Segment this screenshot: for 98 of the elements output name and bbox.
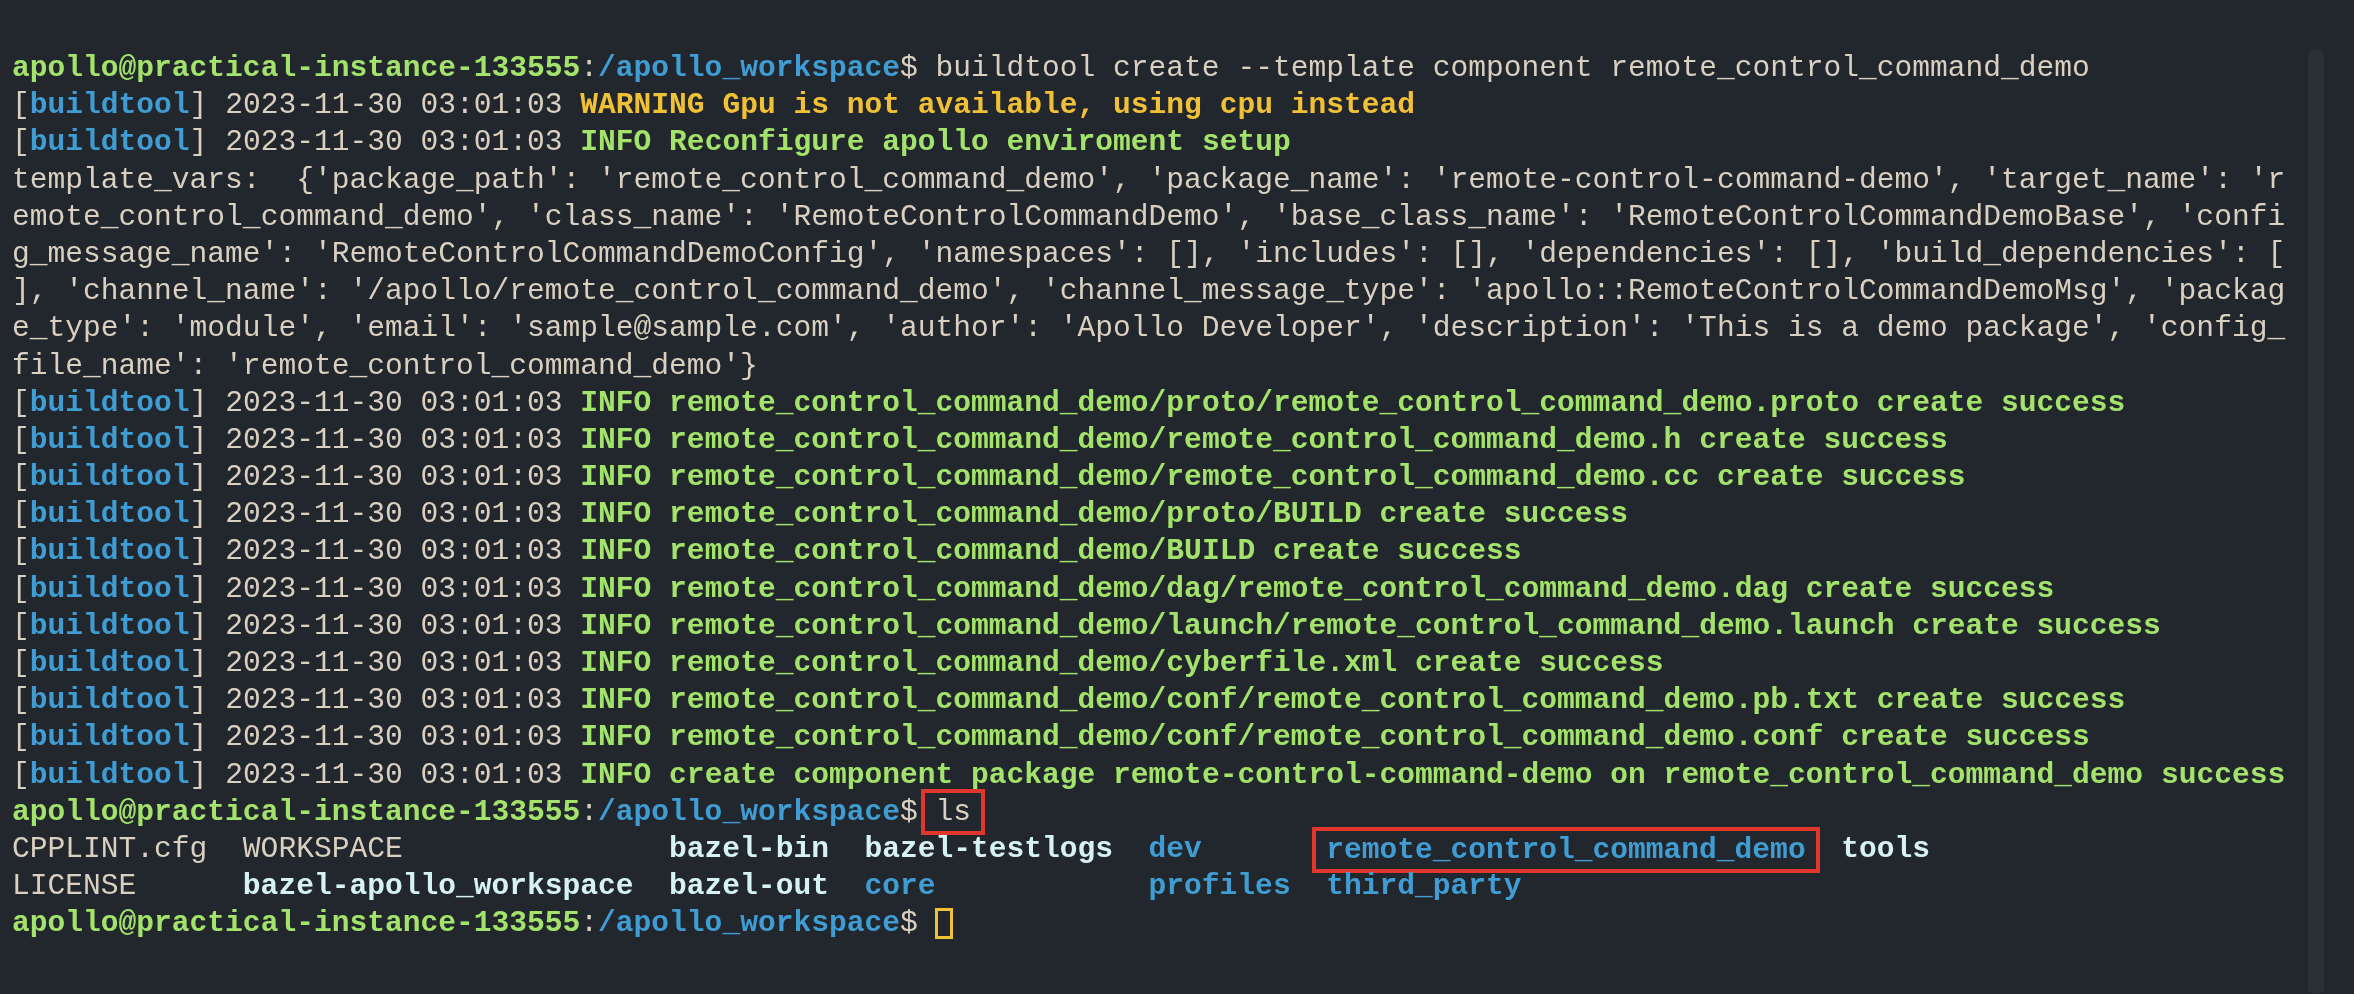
log-timestamp: 2023-11-30 03:01:03 bbox=[225, 756, 563, 794]
log-tag: buildtool bbox=[29, 682, 190, 720]
bracket: ] bbox=[189, 496, 208, 534]
log-timestamp: 2023-11-30 03:01:03 bbox=[225, 124, 563, 162]
log-info: INFO remote_control_command_demo/remote_control_command_demo.h create success bbox=[580, 421, 1948, 459]
prompt-symbol: $ bbox=[899, 50, 918, 87]
directory-name: remote_control_command_demo bbox=[1326, 832, 1806, 867]
bracket: [ bbox=[12, 607, 30, 645]
log-info: INFO remote_control_command_demo/conf/remote_control_command_demo.pb.txt create success bbox=[580, 682, 2126, 720]
directory-name: profiles bbox=[1148, 869, 1291, 904]
prompt-symbol: $ bbox=[899, 793, 918, 831]
log-tag: buildtool bbox=[29, 87, 190, 125]
prompt-separator: : bbox=[580, 50, 599, 87]
log-info: INFO remote_control_command_demo/cyberfile.xml create success bbox=[580, 645, 1664, 682]
log-tag: buildtool bbox=[29, 719, 190, 757]
log-timestamp: 2023-11-30 03:01:03 bbox=[225, 607, 563, 645]
bracket: [ bbox=[12, 421, 30, 459]
link-name: bazel-bin bbox=[669, 831, 829, 866]
prompt-separator: : bbox=[580, 905, 599, 943]
bracket: ] bbox=[189, 682, 208, 720]
directory-name: dev bbox=[1148, 831, 1202, 866]
log-tag: buildtool bbox=[29, 459, 190, 497]
bracket: [ bbox=[12, 124, 30, 162]
bracket: ] bbox=[189, 645, 208, 682]
log-tag: buildtool bbox=[29, 570, 190, 608]
log-info: INFO remote_control_command_demo/proto/remote_control_command_demo.proto create success bbox=[580, 384, 2126, 422]
file-name: CPPLINT.cfg bbox=[12, 831, 208, 866]
file-name: WORKSPACE bbox=[242, 831, 403, 866]
log-tag: buildtool bbox=[29, 645, 190, 683]
prompt-user: apollo@practical-instance-133555 bbox=[12, 50, 581, 87]
log-tag: buildtool bbox=[29, 607, 190, 645]
bracket: ] bbox=[189, 459, 208, 497]
log-info: INFO create component package remote-control-command-demo on remote_control_command_demo success bbox=[580, 756, 2286, 794]
log-tag: buildtool bbox=[29, 421, 190, 460]
bracket: ] bbox=[189, 756, 208, 794]
log-info: INFO remote_control_command_demo/launch/remote_control_command_demo.launch create success bbox=[580, 607, 2161, 645]
log-timestamp: 2023-11-30 03:01:03 bbox=[225, 421, 563, 459]
link-name: tools bbox=[1841, 831, 1930, 866]
log-timestamp: 2023-11-30 03:01:03 bbox=[225, 384, 563, 422]
prompt-user: apollo@practical-instance-133555 bbox=[12, 905, 581, 943]
output-text: g_message_name': 'RemoteControlCommandDemoConfig', 'namespaces': [], 'includes': [], 'dependencies': [], 'build_dependencies': [ bbox=[12, 235, 2286, 273]
log-timestamp: 2023-11-30 03:01:03 bbox=[225, 682, 563, 720]
log-timestamp: 2023-11-30 03:01:03 bbox=[225, 496, 563, 534]
file-name: LICENSE bbox=[12, 869, 137, 904]
bracket: [ bbox=[12, 87, 30, 125]
output-text: e_type': 'module', 'email': 'sample@sample.com', 'author': 'Apollo Developer', 'description': 'This is a demo package', 'config_ bbox=[12, 310, 2286, 348]
log-tag: buildtool bbox=[29, 124, 190, 162]
output-text: ], 'channel_name': '/apollo/remote_control_command_demo', 'channel_message_type': 'apollo::RemoteControlCommandDemoMsg', 'packag bbox=[12, 273, 2286, 311]
log-timestamp: 2023-11-30 03:01:03 bbox=[225, 533, 563, 571]
bracket: ] bbox=[189, 124, 208, 162]
log-warning: WARNING Gpu is not available, using cpu instead bbox=[580, 87, 1415, 125]
link-name: bazel-out bbox=[669, 869, 829, 904]
bracket: ] bbox=[189, 607, 208, 645]
output-text: template_vars: {'package_path': 'remote_control_command_demo', 'package_name': 'remote-control-command-demo', 'target_name': 'r bbox=[12, 161, 2286, 199]
directory-name: third_party bbox=[1326, 869, 1522, 904]
command-text: buildtool create --template component remote_control_command_demo bbox=[935, 50, 2090, 87]
output-text: emote_control_command_demo', 'class_name': 'RemoteControlCommandDemo', 'base_class_name': 'RemoteControlCommandDemoBase', 'confi bbox=[12, 198, 2286, 236]
prompt-path: /apollo_workspace bbox=[598, 50, 900, 87]
bracket: ] bbox=[189, 87, 208, 125]
command-text: ls bbox=[935, 795, 971, 830]
log-info: INFO remote_control_command_demo/conf/remote_control_command_demo.conf create success bbox=[580, 719, 2090, 757]
log-timestamp: 2023-11-30 03:01:03 bbox=[225, 570, 563, 608]
bracket: [ bbox=[12, 533, 30, 571]
prompt-user: apollo@practical-instance-133555 bbox=[12, 793, 581, 831]
log-info: INFO remote_control_command_demo/remote_control_command_demo.cc create success bbox=[580, 459, 1966, 497]
bracket: ] bbox=[189, 719, 208, 757]
log-timestamp: 2023-11-30 03:01:03 bbox=[225, 719, 563, 757]
log-info: INFO Reconfigure apollo enviroment setup bbox=[580, 124, 1291, 162]
bracket: [ bbox=[12, 384, 30, 422]
bracket: [ bbox=[12, 645, 30, 682]
log-info: INFO remote_control_command_demo/proto/BUILD create success bbox=[580, 496, 1629, 534]
bracket: [ bbox=[12, 459, 30, 497]
bracket: ] bbox=[189, 533, 208, 571]
bracket: ] bbox=[189, 384, 208, 422]
link-name: bazel-apollo_workspace bbox=[242, 869, 634, 904]
log-info: INFO remote_control_command_demo/BUILD create success bbox=[580, 533, 1522, 571]
bracket: [ bbox=[12, 570, 30, 608]
bracket: [ bbox=[12, 496, 30, 534]
bracket: [ bbox=[12, 682, 30, 720]
log-info: INFO remote_control_command_demo/dag/remote_control_command_demo.dag create success bbox=[580, 570, 2055, 608]
log-timestamp: 2023-11-30 03:01:03 bbox=[225, 87, 563, 125]
bracket: ] bbox=[189, 570, 208, 608]
prompt-symbol: $ bbox=[899, 905, 918, 943]
prompt-path: /apollo_workspace bbox=[598, 793, 900, 831]
log-tag: buildtool bbox=[29, 756, 190, 794]
log-timestamp: 2023-11-30 03:01:03 bbox=[225, 459, 563, 497]
prompt-path: /apollo_workspace bbox=[598, 905, 900, 943]
directory-name: core bbox=[864, 869, 936, 904]
bracket: [ bbox=[12, 719, 30, 757]
output-text: file_name': 'remote_control_command_demo'} bbox=[12, 347, 758, 385]
bracket: [ bbox=[12, 756, 30, 794]
log-tag: buildtool bbox=[29, 384, 190, 422]
prompt-separator: : bbox=[580, 793, 599, 831]
log-timestamp: 2023-11-30 03:01:03 bbox=[225, 645, 563, 682]
log-tag: buildtool bbox=[29, 496, 190, 534]
bracket: ] bbox=[189, 421, 208, 459]
link-name: bazel-testlogs bbox=[864, 831, 1114, 866]
log-tag: buildtool bbox=[29, 533, 190, 571]
